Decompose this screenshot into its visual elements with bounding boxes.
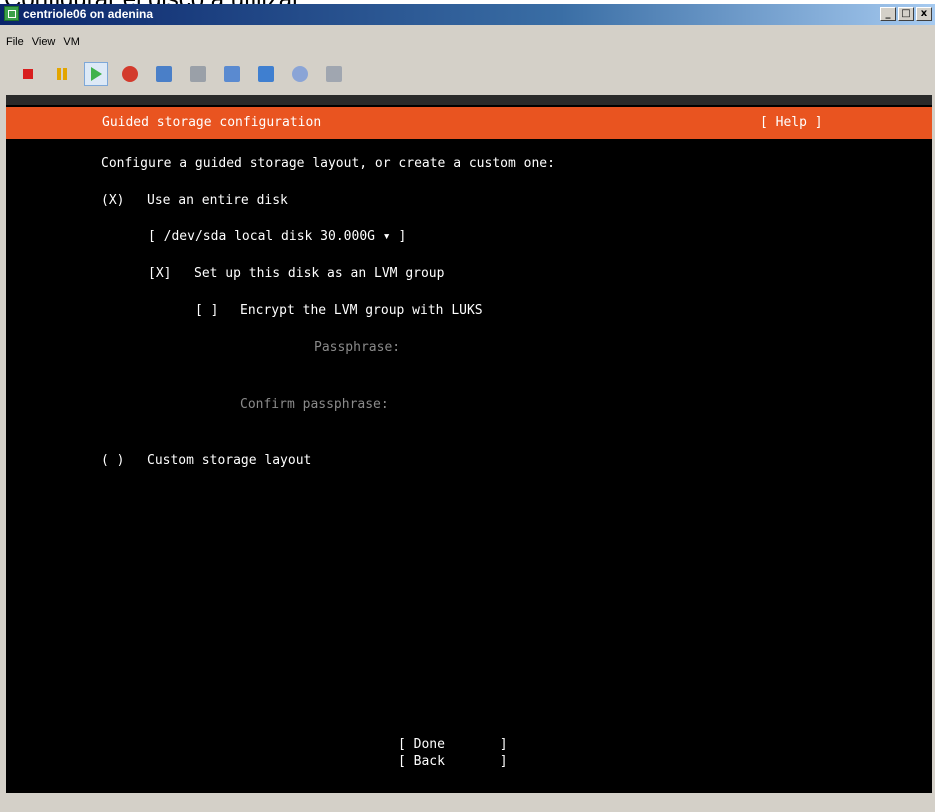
- reset-button[interactable]: [118, 62, 142, 86]
- edit-settings-icon: [258, 66, 274, 82]
- cd-device-button[interactable]: [288, 62, 312, 86]
- installer-header: Guided storage configuration [ Help ]: [6, 107, 932, 139]
- maximize-button[interactable]: □: [898, 7, 914, 21]
- manage-snapshots-icon: [224, 66, 240, 82]
- reset-icon: [122, 66, 138, 82]
- luks-label: Encrypt the LVM group with LUKS: [240, 303, 483, 318]
- power-on-button[interactable]: [84, 62, 108, 86]
- suspend-button[interactable]: [50, 62, 74, 86]
- play-icon: [90, 67, 102, 81]
- window-controls: _ □ x: [880, 7, 932, 21]
- vm-console-screen[interactable]: Guided storage configuration [ Help ] Co…: [6, 95, 932, 793]
- status-bar: [6, 793, 932, 812]
- luks-checkbox[interactable]: [ ]: [195, 303, 218, 318]
- connect-cd-icon: [292, 66, 308, 82]
- menu-bar: File View VM: [0, 36, 80, 54]
- menu-file[interactable]: File: [6, 36, 24, 54]
- toolbar: [16, 59, 356, 89]
- snapshot-icon: [156, 66, 172, 82]
- console-top-strip: [6, 95, 932, 105]
- instruction-text: Configure a guided storage layout, or cr…: [101, 156, 555, 171]
- connect-floppy-icon: [326, 66, 342, 82]
- done-button[interactable]: [ Done ]: [398, 737, 508, 752]
- confirm-passphrase-field[interactable]: Confirm passphrase:: [240, 397, 389, 412]
- installer-title: Guided storage configuration: [102, 115, 322, 130]
- revert-snapshot-button[interactable]: [186, 62, 210, 86]
- custom-layout-radio[interactable]: ( ): [101, 453, 124, 468]
- minimize-button[interactable]: _: [880, 7, 896, 21]
- stop-icon: [23, 69, 33, 79]
- lvm-label: Set up this disk as an LVM group: [194, 266, 445, 281]
- menu-view[interactable]: View: [32, 36, 56, 54]
- edit-settings-button[interactable]: [254, 62, 278, 86]
- vm-app-icon: [4, 6, 19, 21]
- passphrase-field[interactable]: Passphrase:: [314, 340, 400, 355]
- menu-vm[interactable]: VM: [63, 36, 80, 54]
- pause-icon: [57, 68, 67, 80]
- disk-select-dropdown[interactable]: [ /dev/sda local disk 30.000G ▾ ]: [148, 229, 406, 244]
- close-button[interactable]: x: [916, 7, 932, 21]
- lvm-checkbox[interactable]: [X]: [148, 266, 171, 281]
- help-button[interactable]: [ Help ]: [760, 115, 823, 130]
- power-off-button[interactable]: [16, 62, 40, 86]
- back-button[interactable]: [ Back ]: [398, 754, 508, 769]
- custom-layout-label: Custom storage layout: [147, 453, 312, 468]
- take-snapshot-button[interactable]: [152, 62, 176, 86]
- revert-snapshot-icon: [190, 66, 206, 82]
- snapshot-manager-button[interactable]: [220, 62, 244, 86]
- vm-console-window: centriole06 on adenina _ □ x File View V…: [0, 0, 935, 812]
- window-title: centriole06 on adenina: [23, 7, 154, 21]
- title-bar: centriole06 on adenina _ □ x: [0, 4, 935, 25]
- floppy-device-button[interactable]: [322, 62, 346, 86]
- entire-disk-radio[interactable]: (X): [101, 193, 124, 208]
- entire-disk-label: Use an entire disk: [147, 193, 288, 208]
